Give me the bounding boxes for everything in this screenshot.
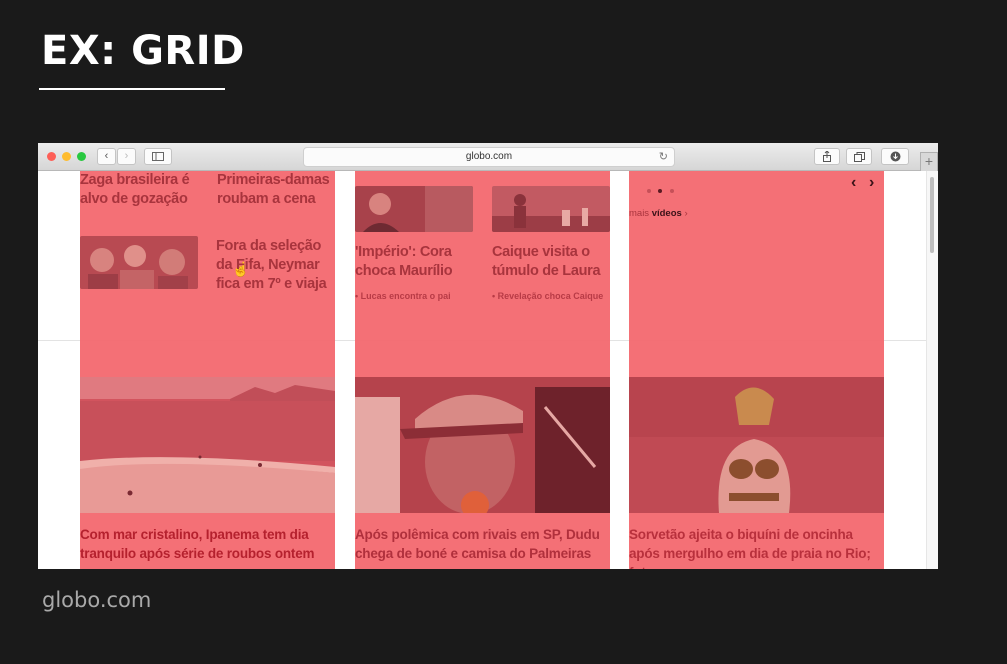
sub-lucas[interactable]: • Lucas encontra o pai bbox=[355, 291, 451, 301]
carousel-dot-active[interactable] bbox=[658, 189, 663, 193]
address-bar[interactable]: globo.com ↻ bbox=[303, 147, 675, 167]
grid-column-3: ‹ › mais vídeos › Sorvetão ajeita o biqu… bbox=[629, 171, 884, 569]
close-window-button[interactable] bbox=[47, 152, 56, 161]
source-caption: globo.com bbox=[42, 588, 152, 612]
back-button[interactable]: ‹ bbox=[97, 148, 116, 165]
dudu-photo[interactable] bbox=[355, 377, 610, 513]
zoom-window-button[interactable] bbox=[77, 152, 86, 161]
sidebar-toggle-button[interactable] bbox=[144, 148, 172, 165]
carousel-next-icon[interactable]: › bbox=[869, 174, 874, 192]
headline-ipanema[interactable]: Com mar cristalino, Ipanema tem dia tran… bbox=[80, 525, 335, 563]
share-button[interactable] bbox=[814, 148, 840, 165]
carousel-dots bbox=[647, 180, 674, 198]
headline-zaga[interactable]: Zaga brasileira é alvo de gozação bbox=[80, 171, 210, 209]
more-videos-link[interactable]: mais vídeos › bbox=[629, 208, 688, 219]
caique-thumbnail[interactable] bbox=[492, 186, 610, 232]
sidebar-icon bbox=[152, 152, 164, 161]
chevron-right-icon: › bbox=[124, 150, 129, 162]
tabs-icon bbox=[853, 152, 865, 162]
title-underline bbox=[39, 88, 225, 90]
chevron-left-icon: ‹ bbox=[104, 150, 109, 162]
downloads-button[interactable] bbox=[881, 148, 909, 165]
headline-imperio[interactable]: 'Império': Cora choca Maurílio bbox=[355, 243, 485, 281]
sorvetao-photo[interactable] bbox=[629, 377, 884, 513]
ipanema-photo[interactable] bbox=[80, 377, 335, 513]
forward-button[interactable]: › bbox=[117, 148, 136, 165]
reload-icon[interactable]: ↻ bbox=[659, 148, 668, 166]
url-text: globo.com bbox=[465, 151, 513, 162]
headline-sorvetao[interactable]: Sorvetão ajeita o biquíni de oncinha apó… bbox=[629, 525, 884, 569]
carousel-dot[interactable] bbox=[669, 189, 674, 193]
headline-neymar[interactable]: Fora da seleção da Fifa, Neymar fica em … bbox=[216, 237, 335, 294]
more-videos-label: vídeos bbox=[651, 208, 682, 219]
scrollbar-thumb[interactable] bbox=[930, 177, 934, 253]
imperio-thumbnail[interactable] bbox=[355, 186, 473, 232]
browser-window: ‹ › globo.com ↻ + Zaga brasileira é alvo… bbox=[38, 143, 938, 569]
share-icon bbox=[823, 150, 831, 162]
headline-dudu[interactable]: Após polêmica com rivais em SP, Dudu che… bbox=[355, 525, 610, 563]
chevron-right-icon: › bbox=[681, 208, 688, 219]
headline-primeiras-damas[interactable]: Primeiras-damas roubam a cena bbox=[217, 171, 335, 209]
tabs-overview-button[interactable] bbox=[846, 148, 872, 165]
more-prefix: mais bbox=[629, 208, 652, 219]
page-content: Zaga brasileira é alvo de gozação Primei… bbox=[38, 171, 938, 569]
headline-caique[interactable]: Caique visita o túmulo de Laura bbox=[492, 243, 610, 281]
carousel-dot[interactable] bbox=[647, 189, 651, 193]
slide-title: EX: GRID bbox=[41, 28, 245, 74]
browser-toolbar: ‹ › globo.com ↻ + bbox=[38, 143, 938, 172]
neymar-thumbnail[interactable] bbox=[80, 236, 198, 289]
grid-column-1: Zaga brasileira é alvo de gozação Primei… bbox=[80, 171, 335, 569]
carousel-prev-icon[interactable]: ‹ bbox=[851, 174, 856, 192]
sub-revelacao[interactable]: • Revelação choca Caique bbox=[492, 291, 603, 301]
download-icon bbox=[890, 151, 900, 162]
minimize-window-button[interactable] bbox=[62, 152, 71, 161]
new-tab-button[interactable]: + bbox=[920, 152, 938, 172]
grid-column-2: 'Império': Cora choca Maurílio • Lucas e… bbox=[355, 171, 610, 569]
